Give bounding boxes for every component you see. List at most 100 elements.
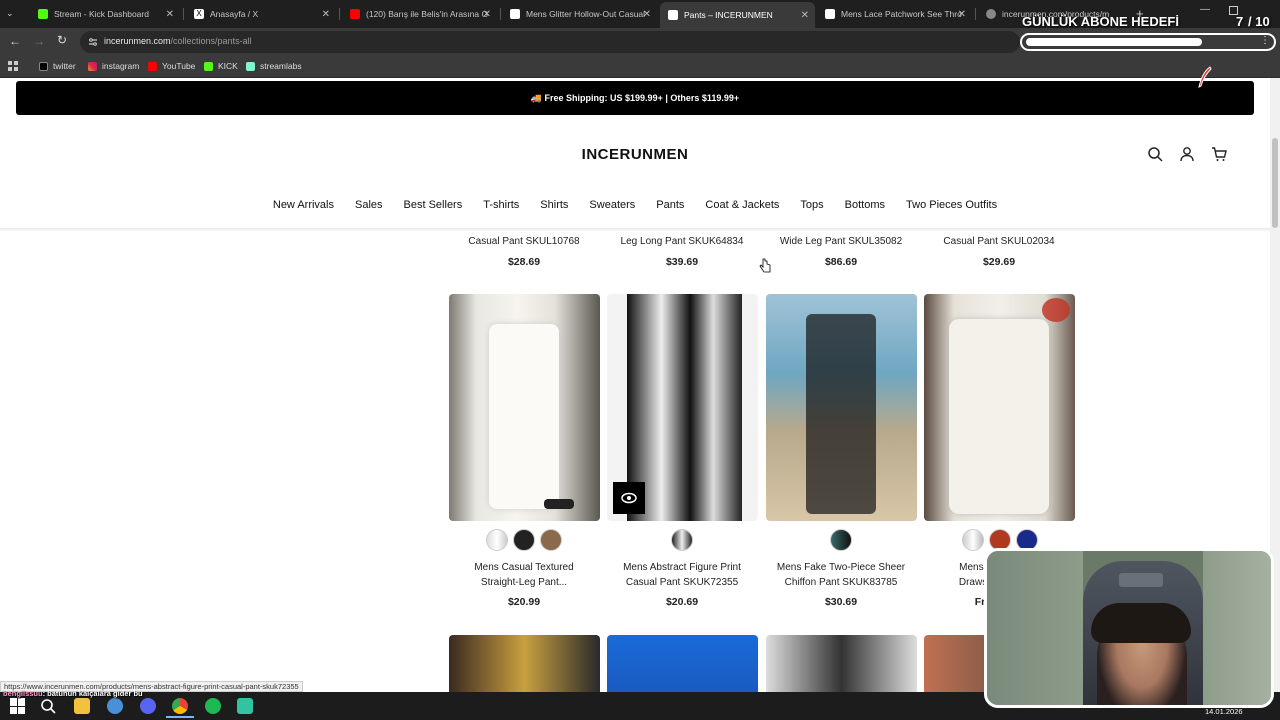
product-title[interactable]: Casual Pant SKUL02034 [919,234,1079,249]
tab-kick-dashboard[interactable]: Stream - Kick Dashboard ✕ [30,4,180,24]
main-nav: New Arrivals Sales Best Sellers T-shirts… [0,199,1270,211]
nav-shirts[interactable]: Shirts [530,199,579,211]
goal-count: 7 [1236,14,1244,29]
close-icon[interactable]: ✕ [322,9,330,20]
url-text: incerunmen.com/collections/pants-all [104,36,252,46]
progress-fill [1026,38,1202,46]
site-favicon-icon [510,9,520,19]
nav-tops[interactable]: Tops [790,199,834,211]
color-swatch[interactable] [830,529,852,551]
forward-icon[interactable]: → [33,34,45,48]
spotify-icon[interactable] [205,698,221,714]
tab-lace-patchwork[interactable]: Mens Lace Patchwork See Thro ✕ [817,4,972,24]
youtube-icon [350,9,360,19]
search-icon[interactable] [40,698,56,714]
close-icon[interactable]: ✕ [801,10,809,21]
chair-logo [1119,573,1163,587]
chat-username: bengiissuu [3,689,43,698]
back-icon[interactable]: ← [9,34,21,48]
address-bar[interactable]: incerunmen.com/collections/pants-all [80,31,1020,53]
file-explorer-icon[interactable] [74,698,90,714]
bookmark-twitter[interactable]: twitter [39,61,76,71]
bookmark-streamlabs[interactable]: streamlabs [246,61,302,71]
nav-sweaters[interactable]: Sweaters [579,199,646,211]
product-price: $20.69 [665,596,699,608]
product-price: $86.69 [824,256,858,268]
kick-icon [38,9,48,19]
hand-cursor-icon [759,258,771,273]
taskbar-date: 14.01.2026 [1205,707,1243,716]
color-swatch[interactable] [486,529,508,551]
tab-search-button[interactable]: ⌄ [6,8,18,20]
app-icon[interactable] [107,698,123,714]
bookmark-kick[interactable]: KICK [204,61,238,71]
close-icon[interactable]: ✕ [958,9,966,20]
scrollbar-thumb[interactable] [1272,138,1278,228]
nav-bottoms[interactable]: Bottoms [834,199,895,211]
product-image[interactable] [449,294,600,521]
quick-view-button[interactable] [613,482,645,514]
close-icon[interactable]: ✕ [643,9,651,20]
product-price: $29.69 [982,256,1016,268]
apps-grid-icon[interactable] [8,61,18,71]
shipping-banner: 🚚 Free Shipping: US $199.99+ | Others $1… [16,81,1254,115]
product-title[interactable]: Wide Leg Pant SKUL35082 [761,234,921,249]
color-swatch[interactable] [671,529,693,551]
tab-glitter-pant[interactable]: Mens Glitter Hollow-Out Casual ✕ [502,4,657,24]
product-price: $30.69 [824,596,858,608]
tab-youtube[interactable]: (120) Barış ile Belis'in Arasına G ✕ [342,4,497,24]
site-info-icon[interactable] [88,37,98,47]
wall-right [1203,551,1271,705]
nav-best-sellers[interactable]: Best Sellers [393,199,473,211]
chat-overlay: bengiissuu: batunun kalçalara gider bu [3,689,143,698]
color-swatch[interactable] [513,529,535,551]
nav-t-shirts[interactable]: T-shirts [473,199,530,211]
bookmark-youtube[interactable]: YouTube [148,61,195,71]
product-price: $28.69 [507,256,541,268]
windows-start-icon[interactable] [10,698,26,714]
product-image[interactable] [766,294,917,521]
nav-pants[interactable]: Pants [646,199,695,211]
nav-sales[interactable]: Sales [345,199,394,211]
x-icon [39,61,48,71]
account-icon[interactable] [1179,146,1195,162]
wall-left [987,551,1083,705]
close-icon[interactable]: ✕ [483,9,491,20]
webcam-overlay [984,548,1274,708]
product-title[interactable]: Mens Abstract Figure Print Casual Pant SK… [602,560,762,590]
product-image[interactable] [766,635,917,692]
reload-icon[interactable]: ↻ [57,33,67,47]
bookmarks-bar: twitter instagram YouTube KICK streamlab… [0,56,1280,78]
close-icon[interactable]: ✕ [166,9,174,20]
site-favicon-icon [668,10,678,20]
nav-new-arrivals[interactable]: New Arrivals [262,199,344,211]
tab-pants-incerunmen[interactable]: Pants – INCERUNMEN ✕ [660,2,815,28]
product-title[interactable]: Mens Fake Two-Piece Sheer Chiffon Pant SK… [761,560,921,590]
product-title[interactable]: Casual Pant SKUL10768 [444,234,604,249]
product-image[interactable] [449,635,600,692]
nav-coat-jackets[interactable]: Coat & Jackets [695,199,790,211]
product-image[interactable] [607,635,758,692]
product-title[interactable]: Leg Long Pant SKUK64834 [602,234,762,249]
chrome-icon[interactable] [172,698,188,714]
search-icon[interactable] [1147,146,1163,162]
kick-icon [204,61,213,71]
streamlabs-icon[interactable] [237,698,253,714]
sale-badge [1042,298,1070,322]
color-swatch[interactable] [962,529,984,551]
minimize-icon[interactable]: — [1200,4,1210,15]
bookmark-instagram[interactable]: instagram [88,61,139,71]
browser-toolbar: ← → ↻ incerunmen.com/collections/pants-a… [0,28,1280,56]
instagram-icon [88,61,97,71]
discord-icon[interactable] [140,698,156,714]
extensions-bar: ⋮ [1020,33,1276,51]
nav-two-pieces[interactable]: Two Pieces Outfits [896,199,1008,211]
store-logo[interactable]: INCERUNMEN [0,146,1270,163]
product-image[interactable] [924,294,1075,521]
product-title[interactable]: Mens Casual Textured Straight-Leg Pant... [444,560,604,590]
product-image[interactable] [607,294,758,521]
color-swatch[interactable] [540,529,562,551]
tab-x-home[interactable]: X Anasayfa / X ✕ [186,4,336,24]
cart-icon[interactable] [1211,146,1227,162]
menu-icon[interactable]: ⋮ [1260,35,1270,46]
